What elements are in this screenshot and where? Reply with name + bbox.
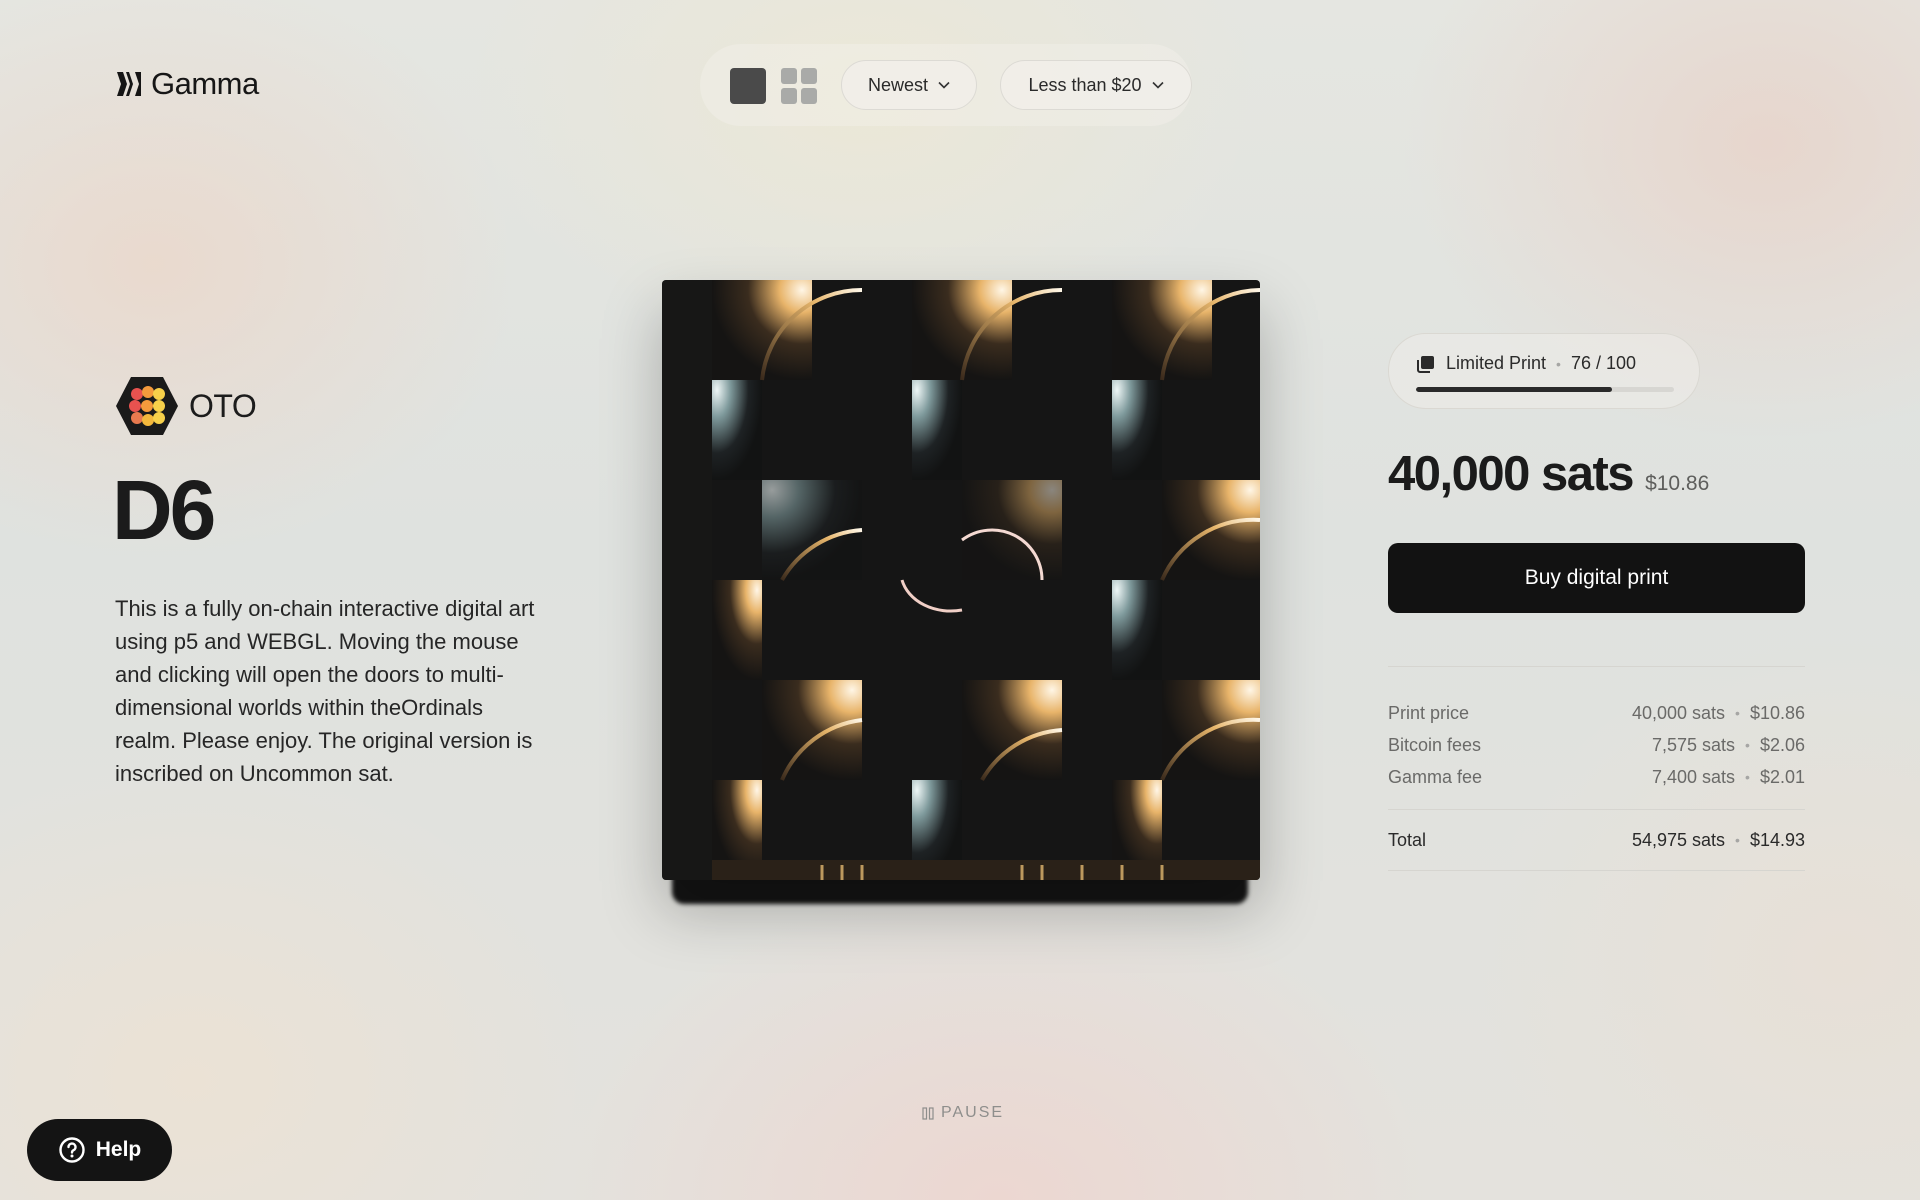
edition-label: Limited Print bbox=[1446, 353, 1547, 373]
edition-card: Limited Print • 76 / 100 bbox=[1388, 333, 1700, 409]
question-circle-icon bbox=[59, 1137, 85, 1163]
fee-sats: 7,400 sats bbox=[1651, 766, 1736, 787]
edition-count: 76 / 100 bbox=[1570, 353, 1637, 373]
sort-label: Newest bbox=[867, 74, 929, 95]
fee-label: Gamma fee bbox=[1388, 766, 1483, 787]
price-filter-dropdown[interactable]: Less than $20 bbox=[1000, 60, 1192, 110]
separator-dot: • bbox=[1745, 737, 1750, 753]
price-breakdown: Print price 40,000 sats • $10.86 Bitcoin… bbox=[1388, 666, 1805, 871]
artist-name: OTO bbox=[189, 387, 257, 424]
fee-usd: $10.86 bbox=[1749, 702, 1805, 723]
grid-cell bbox=[781, 88, 797, 104]
price-sats: 40,000 sats bbox=[1388, 447, 1635, 501]
artwork-canvas[interactable] bbox=[662, 280, 1260, 880]
pause-icon bbox=[922, 1106, 934, 1120]
help-label: Help bbox=[95, 1138, 142, 1161]
brand-logo-link[interactable]: Gamma bbox=[115, 66, 259, 102]
price-display: 40,000 sats $10.86 bbox=[1388, 446, 1709, 502]
fee-usd: $2.06 bbox=[1759, 734, 1805, 755]
brand-name: Gamma bbox=[151, 66, 259, 101]
separator-dot: • bbox=[1556, 355, 1561, 372]
help-button[interactable]: Help bbox=[27, 1119, 172, 1181]
edition-progress-bar bbox=[1416, 387, 1674, 392]
fee-sats: 7,575 sats bbox=[1651, 734, 1736, 755]
price-filter-label: Less than $20 bbox=[1028, 74, 1142, 95]
total-sats: 54,975 sats bbox=[1631, 829, 1726, 850]
artist-link[interactable]: OTO bbox=[115, 375, 257, 437]
separator-dot: • bbox=[1745, 769, 1750, 785]
grid-cell bbox=[801, 88, 817, 104]
pause-label: PAUSE bbox=[941, 1104, 1005, 1121]
grid-view-icon[interactable] bbox=[781, 68, 817, 104]
total-usd: $14.93 bbox=[1749, 829, 1805, 850]
fee-sats: 40,000 sats bbox=[1631, 702, 1726, 723]
artwork-description: This is a fully on-chain interactive dig… bbox=[115, 596, 535, 786]
artwork-title: D6 bbox=[112, 463, 216, 557]
artist-avatar bbox=[116, 377, 178, 435]
fee-row-bitcoin-fees: Bitcoin fees 7,575 sats • $2.06 bbox=[1388, 729, 1805, 761]
chevron-down-icon bbox=[1151, 81, 1164, 89]
total-label: Total bbox=[1388, 829, 1427, 850]
total-row: Total 54,975 sats • $14.93 bbox=[1388, 809, 1805, 871]
fee-usd: $2.01 bbox=[1759, 766, 1805, 787]
chevron-down-icon bbox=[938, 81, 950, 89]
grid-cell bbox=[801, 68, 817, 84]
separator-dot: • bbox=[1735, 705, 1740, 721]
grid-cell bbox=[781, 68, 797, 84]
fee-label: Print price bbox=[1388, 702, 1470, 723]
fee-row-print-price: Print price 40,000 sats • $10.86 bbox=[1388, 697, 1805, 729]
sort-dropdown[interactable]: Newest bbox=[841, 60, 977, 110]
gamma-logo-icon bbox=[117, 72, 141, 96]
edition-progress-fill bbox=[1416, 387, 1613, 392]
buy-digital-print-button[interactable]: Buy digital print bbox=[1388, 543, 1805, 613]
single-view-icon[interactable] bbox=[730, 68, 766, 104]
prints-stack-icon bbox=[1417, 355, 1434, 373]
view-toolbar: Newest Less than $20 bbox=[700, 44, 1192, 126]
fee-label: Bitcoin fees bbox=[1388, 734, 1482, 755]
separator-dot: • bbox=[1735, 832, 1740, 848]
pause-button[interactable]: PAUSE bbox=[922, 1104, 1004, 1122]
price-usd: $10.86 bbox=[1645, 472, 1710, 495]
fee-row-gamma-fee: Gamma fee 7,400 sats • $2.01 bbox=[1388, 761, 1805, 793]
